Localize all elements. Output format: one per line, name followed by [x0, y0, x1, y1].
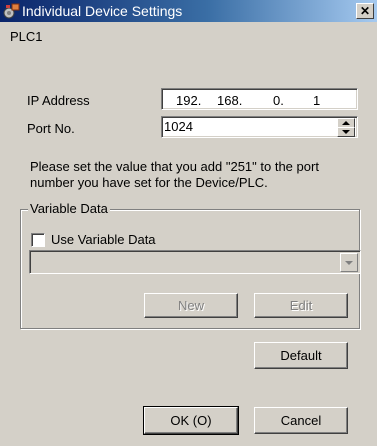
variable-data-select[interactable]: [29, 250, 361, 274]
variable-data-group-title: Variable Data: [28, 201, 110, 216]
device-settings-icon: [3, 3, 20, 19]
dropdown-button[interactable]: [340, 253, 358, 272]
device-name-label: PLC1: [10, 29, 43, 44]
close-button[interactable]: ✕: [356, 3, 374, 19]
window-title: Individual Device Settings: [22, 3, 183, 19]
note-line-1: Please set the value that you add "251" …: [30, 159, 319, 174]
ok-button[interactable]: OK (O): [143, 406, 239, 435]
port-label: Port No.: [27, 121, 75, 136]
arrow-down-icon: [342, 130, 350, 134]
arrow-up-icon: [342, 121, 350, 125]
port-value: 1024: [164, 119, 193, 134]
ip-octet-3: 0.: [273, 93, 284, 108]
ip-address-label: IP Address: [27, 93, 90, 108]
ip-address-input[interactable]: 192. 168. 0. 1: [161, 88, 358, 110]
title-bar[interactable]: Individual Device Settings ✕: [0, 0, 377, 22]
port-input[interactable]: 1024: [161, 116, 358, 138]
port-spin-down[interactable]: [337, 127, 355, 137]
note-line-2: number you have set for the Device/PLC.: [30, 175, 268, 190]
ip-octet-2: 168.: [217, 93, 243, 108]
use-variable-data-checkbox[interactable]: [31, 233, 45, 247]
ip-octet-1: 192.: [176, 93, 202, 108]
edit-button[interactable]: Edit: [254, 293, 348, 318]
dialog-window: Individual Device Settings ✕ PLC1 IP Add…: [0, 0, 377, 446]
ip-octet-4: 1: [313, 93, 321, 108]
cancel-button[interactable]: Cancel: [254, 407, 348, 434]
new-button[interactable]: New: [144, 293, 238, 318]
default-button[interactable]: Default: [254, 342, 348, 369]
dropdown-arrow-icon: [345, 261, 353, 265]
use-variable-data-label[interactable]: Use Variable Data: [51, 232, 156, 247]
